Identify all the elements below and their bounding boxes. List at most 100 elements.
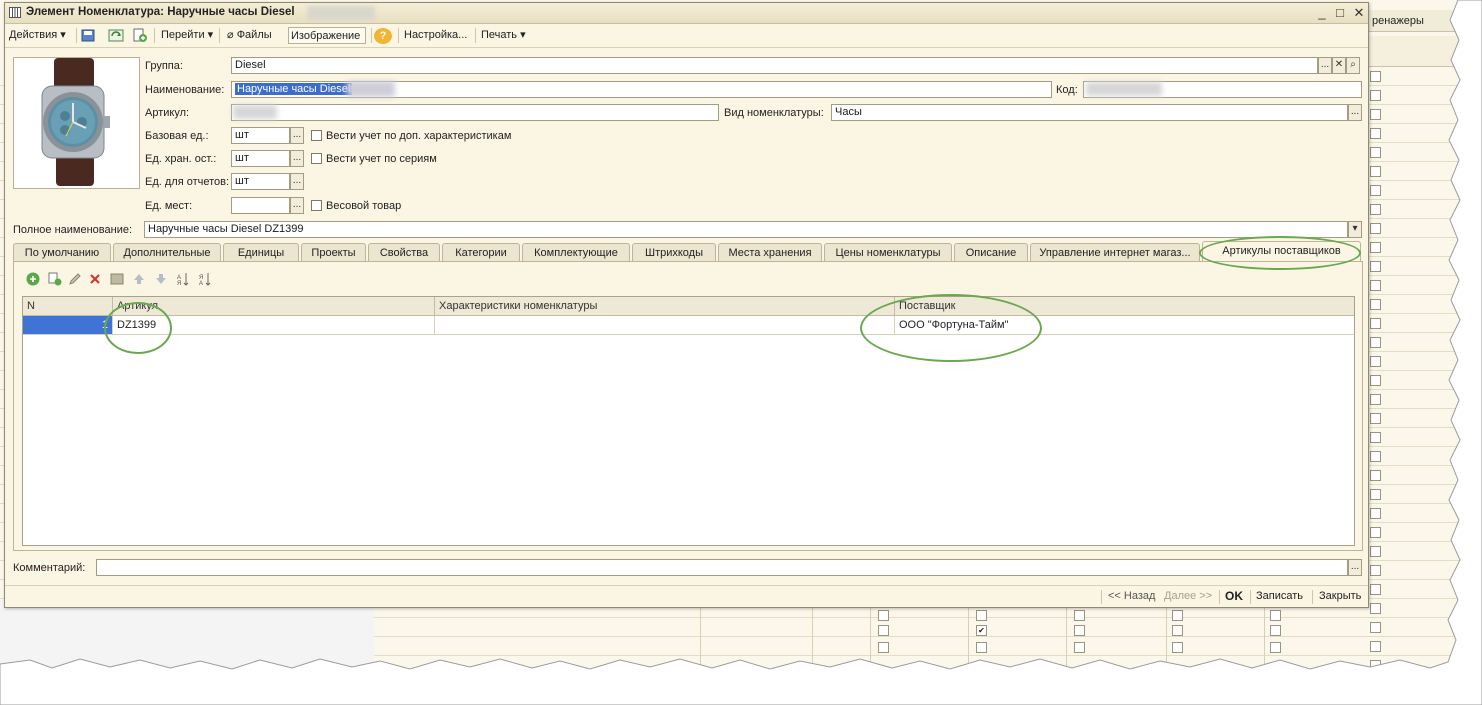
background-checkbox[interactable] bbox=[1370, 280, 1381, 291]
column-header-characteristics[interactable]: Характеристики номенклатуры bbox=[435, 297, 895, 316]
background-checkbox[interactable] bbox=[1370, 242, 1381, 253]
copy-document-icon[interactable] bbox=[132, 28, 148, 43]
column-header-supplier[interactable]: Поставщик bbox=[895, 297, 1354, 316]
files-button[interactable]: ⌀ Файлы bbox=[225, 27, 274, 44]
tab-properties[interactable]: Свойства bbox=[368, 243, 440, 261]
group-search-icon[interactable]: ⌕ bbox=[1346, 57, 1360, 74]
tab-supplier-articles[interactable]: Артикулы поставщиков bbox=[1202, 241, 1361, 262]
background-checkbox[interactable] bbox=[1370, 489, 1381, 500]
places-unit-select-button[interactable]: ... bbox=[290, 197, 304, 214]
tab-projects[interactable]: Проекты bbox=[301, 243, 366, 261]
storage-unit-field[interactable]: шт bbox=[231, 150, 290, 167]
storage-unit-select-button[interactable]: ... bbox=[290, 150, 304, 167]
background-checkbox[interactable] bbox=[1270, 610, 1281, 621]
title-bar[interactable]: Элемент Номенклатура: Наручные часы Dies… bbox=[5, 3, 1368, 24]
save-copy-icon[interactable] bbox=[80, 28, 96, 43]
column-header-n[interactable]: N bbox=[23, 297, 113, 316]
group-field[interactable]: Diesel bbox=[231, 57, 1318, 74]
base-unit-select-button[interactable]: ... bbox=[290, 127, 304, 144]
refresh-icon[interactable] bbox=[108, 28, 124, 43]
report-unit-select-button[interactable]: ... bbox=[290, 173, 304, 190]
report-unit-field[interactable]: шт bbox=[231, 173, 290, 190]
minimize-button[interactable]: _ bbox=[1314, 5, 1330, 21]
close-form-button[interactable]: Закрыть bbox=[1319, 590, 1361, 602]
close-button[interactable]: ✕ bbox=[1351, 5, 1367, 21]
comment-select-button[interactable]: ... bbox=[1348, 559, 1362, 576]
tab-internet-shop[interactable]: Управление интернет магаз... bbox=[1030, 243, 1200, 261]
background-checkbox[interactable] bbox=[1370, 622, 1381, 633]
add-row-icon[interactable] bbox=[26, 272, 40, 286]
print-menu[interactable]: Печать ▾ bbox=[479, 27, 528, 44]
image-button[interactable]: Изображение bbox=[288, 27, 366, 44]
background-checkbox[interactable] bbox=[976, 642, 987, 653]
background-checkbox[interactable] bbox=[1370, 356, 1381, 367]
background-checkbox[interactable] bbox=[1370, 299, 1381, 310]
background-checkbox[interactable] bbox=[1172, 625, 1183, 636]
copy-row-icon[interactable] bbox=[48, 272, 62, 286]
background-checkbox[interactable] bbox=[1370, 185, 1381, 196]
supplier-articles-table[interactable]: N Артикул Характеристики номенклатуры По… bbox=[22, 296, 1355, 546]
background-checkbox[interactable]: ✔ bbox=[976, 625, 987, 636]
background-checkbox[interactable] bbox=[1370, 565, 1381, 576]
kind-field[interactable]: Часы bbox=[831, 104, 1348, 121]
background-checkbox[interactable] bbox=[1370, 318, 1381, 329]
background-checkbox[interactable] bbox=[878, 625, 889, 636]
background-checkbox[interactable] bbox=[1370, 375, 1381, 386]
background-checkbox[interactable] bbox=[1370, 204, 1381, 215]
back-button[interactable]: << Назад bbox=[1108, 590, 1155, 602]
background-checkbox[interactable] bbox=[1370, 470, 1381, 481]
comment-field[interactable] bbox=[96, 559, 1348, 576]
tab-description[interactable]: Описание bbox=[954, 243, 1028, 261]
table-cell-supplier[interactable]: ООО "Фортуна-Тайм" bbox=[895, 316, 1354, 335]
next-button[interactable]: Далее >> bbox=[1164, 590, 1212, 602]
background-checkbox[interactable] bbox=[1370, 527, 1381, 538]
help-icon[interactable]: ? bbox=[374, 28, 392, 44]
background-checkbox[interactable] bbox=[1370, 546, 1381, 557]
background-checkbox[interactable] bbox=[1370, 90, 1381, 101]
sort-ascending-icon[interactable]: AЯ bbox=[176, 272, 190, 286]
table-cell-characteristics[interactable] bbox=[435, 316, 895, 335]
background-checkbox[interactable] bbox=[1370, 71, 1381, 82]
delete-row-icon[interactable] bbox=[88, 272, 102, 286]
background-checkbox[interactable] bbox=[1370, 223, 1381, 234]
tab-units[interactable]: Единицы bbox=[223, 243, 299, 261]
tab-storage-places[interactable]: Места хранения bbox=[718, 243, 822, 261]
background-checkbox[interactable] bbox=[1370, 337, 1381, 348]
background-checkbox[interactable] bbox=[1370, 660, 1381, 671]
background-checkbox[interactable] bbox=[1370, 584, 1381, 595]
background-checkbox[interactable] bbox=[1370, 451, 1381, 462]
extra-chars-checkbox[interactable] bbox=[311, 130, 322, 141]
background-checkbox[interactable] bbox=[1370, 261, 1381, 272]
background-checkbox[interactable] bbox=[1074, 625, 1085, 636]
background-checkbox[interactable] bbox=[1370, 128, 1381, 139]
group-select-button[interactable]: ... bbox=[1318, 57, 1332, 74]
tab-additional[interactable]: Дополнительные bbox=[113, 243, 221, 261]
tab-prices[interactable]: Цены номенклатуры bbox=[824, 243, 952, 261]
background-checkbox[interactable] bbox=[1172, 610, 1183, 621]
group-clear-icon[interactable]: ✕ bbox=[1332, 57, 1346, 74]
column-header-article[interactable]: Артикул bbox=[113, 297, 435, 316]
weight-checkbox[interactable] bbox=[311, 200, 322, 211]
background-checkbox[interactable] bbox=[1370, 109, 1381, 120]
tab-components[interactable]: Комплектующие bbox=[522, 243, 630, 261]
background-checkbox[interactable] bbox=[878, 610, 889, 621]
background-checkbox[interactable] bbox=[976, 610, 987, 621]
background-checkbox[interactable] bbox=[1074, 642, 1085, 653]
fullname-field[interactable]: Наручные часы Diesel DZ1399 bbox=[144, 221, 1348, 238]
table-cell-n[interactable]: 1 bbox=[23, 316, 113, 335]
edit-row-icon[interactable] bbox=[68, 272, 82, 286]
background-checkbox[interactable] bbox=[1370, 641, 1381, 652]
background-checkbox[interactable] bbox=[1172, 642, 1183, 653]
background-checkbox[interactable] bbox=[1370, 394, 1381, 405]
background-checkbox[interactable] bbox=[1074, 610, 1085, 621]
sort-descending-icon[interactable]: ЯA bbox=[198, 272, 212, 286]
move-up-icon[interactable] bbox=[132, 272, 146, 286]
background-checkbox[interactable] bbox=[1370, 147, 1381, 158]
ok-button[interactable]: OK bbox=[1225, 589, 1243, 603]
kind-select-button[interactable]: ... bbox=[1348, 104, 1362, 121]
tab-categories[interactable]: Категории bbox=[442, 243, 520, 261]
actions-menu[interactable]: Действия ▾ bbox=[7, 27, 68, 44]
table-cell-article[interactable]: DZ1399 bbox=[113, 316, 435, 335]
move-down-icon[interactable] bbox=[154, 272, 168, 286]
tab-default[interactable]: По умолчанию bbox=[13, 243, 111, 261]
